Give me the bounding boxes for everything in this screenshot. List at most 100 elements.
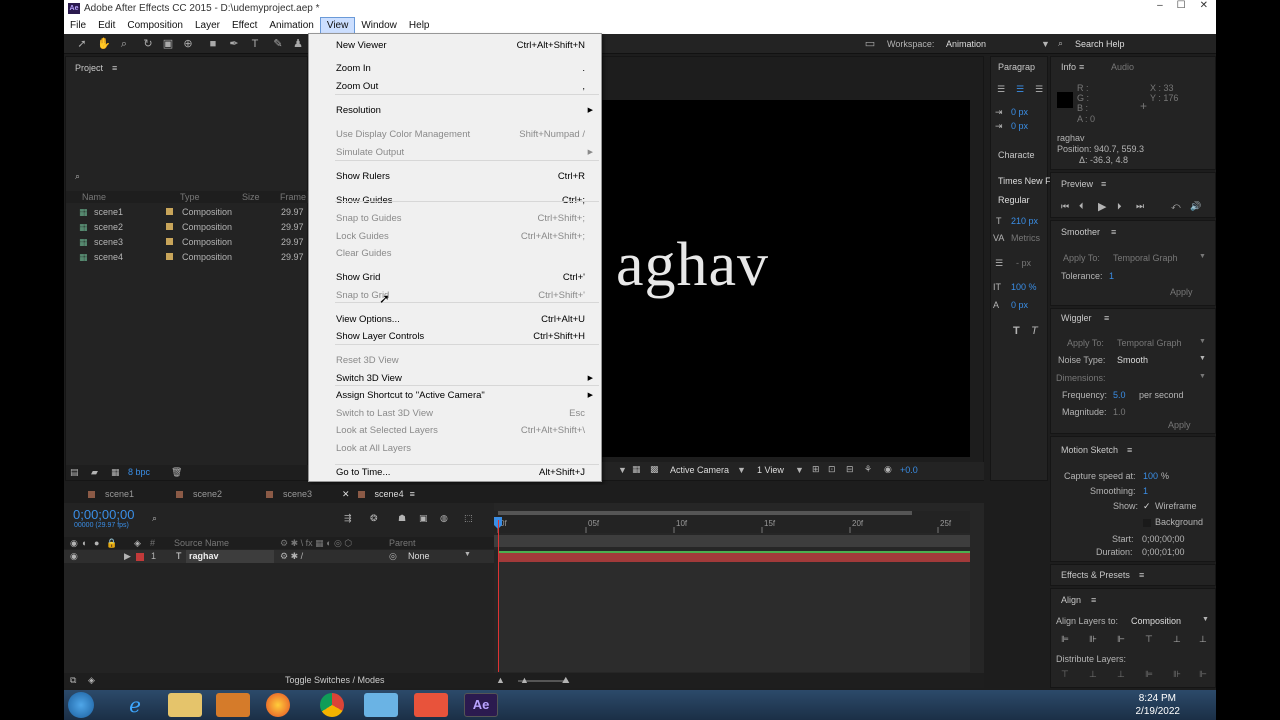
info-tab[interactable]: Info xyxy=(1061,62,1076,72)
magnitude-value[interactable]: 1.0 xyxy=(1113,407,1126,417)
workspace-chevron-down-icon[interactable]: ▼ xyxy=(1041,39,1050,49)
tab-scene4[interactable]: ✕ scene4 ≡ xyxy=(342,489,415,500)
pen-tool-icon[interactable]: ✒ xyxy=(228,38,240,50)
workspace-dropdown[interactable]: Animation xyxy=(946,39,986,49)
firefox-icon[interactable] xyxy=(266,693,290,717)
tracking-value[interactable]: Metrics xyxy=(1011,233,1040,243)
menu-item[interactable]: Go to Time... Alt+Shift+J xyxy=(309,464,601,481)
align-right-icon[interactable]: ☰ xyxy=(1035,84,1043,95)
wiggler-apply-button[interactable]: Apply xyxy=(1168,420,1191,430)
vertical-scale-value[interactable]: 100 % xyxy=(1011,282,1037,292)
minimize-button[interactable]: – xyxy=(1157,0,1163,11)
tolerance-value[interactable]: 1 xyxy=(1109,271,1114,281)
media-player-icon[interactable] xyxy=(216,693,250,717)
align-menu-icon[interactable]: ≡ xyxy=(1091,595,1096,605)
camtasia-icon[interactable] xyxy=(414,693,448,717)
fast-previews-icon[interactable]: ⊡ xyxy=(828,464,836,475)
chevron-down-icon[interactable]: ▼ xyxy=(618,465,627,475)
wiggler-apply-dropdown[interactable]: Temporal Graph xyxy=(1117,338,1182,348)
smoother-chevron-down-icon[interactable]: ▼ xyxy=(1199,253,1206,260)
exposure-icon[interactable]: ◉ xyxy=(884,464,892,475)
effects-presets-tab[interactable]: Effects & Presets xyxy=(1061,570,1130,580)
faux-italic-icon[interactable]: T xyxy=(1031,325,1038,337)
align-right-edges-icon[interactable]: ⊩ xyxy=(1117,634,1125,645)
maximize-button[interactable]: ☐ xyxy=(1177,0,1186,11)
menu-item[interactable]: Show Rulers Ctrl+R xyxy=(309,168,601,185)
leading-value[interactable]: - px xyxy=(1016,258,1031,268)
project-item[interactable]: ▦ scene1 Composition 29.97 xyxy=(66,205,309,220)
capture-speed-value[interactable]: 100 xyxy=(1143,471,1158,481)
tab-scene2[interactable]: scene2 xyxy=(176,489,222,499)
layer-duration-bar[interactable] xyxy=(498,551,970,562)
audio-tab[interactable]: Audio xyxy=(1111,62,1134,72)
dimensions-chevron-down-icon[interactable]: ▼ xyxy=(1199,373,1206,380)
pixel-aspect-icon[interactable]: ⊞ xyxy=(812,464,820,475)
column-name[interactable]: Name xyxy=(82,192,106,202)
menu-item[interactable]: View Options... Ctrl+Alt+U xyxy=(309,311,601,328)
first-frame-icon[interactable]: ⏮ xyxy=(1061,201,1069,212)
distribute-top-icon[interactable]: ⊤ xyxy=(1061,669,1069,680)
effects-presets-menu-icon[interactable]: ≡ xyxy=(1139,570,1144,580)
label-color-swatch[interactable] xyxy=(166,253,173,260)
menu-item[interactable]: Zoom In. xyxy=(309,60,601,77)
smoother-apply-dropdown[interactable]: Temporal Graph xyxy=(1113,253,1178,263)
tab-scene3[interactable]: scene3 xyxy=(266,489,312,499)
background-checkbox[interactable] xyxy=(1143,519,1151,527)
file-explorer-icon[interactable] xyxy=(168,693,202,717)
smoother-apply-button[interactable]: Apply xyxy=(1170,287,1193,297)
motion-sketch-menu-icon[interactable]: ≡ xyxy=(1127,445,1132,455)
noise-type-dropdown[interactable]: Smooth xyxy=(1117,355,1148,365)
exposure-value[interactable]: +0.0 xyxy=(900,465,918,475)
distribute-vcenter-icon[interactable]: ⊥ xyxy=(1089,669,1097,680)
type-tool-icon[interactable]: T xyxy=(249,38,261,50)
parent-chevron-down-icon[interactable]: ▼ xyxy=(464,551,471,558)
zoom-out-icon[interactable]: ▲ xyxy=(496,675,505,685)
timecode-display[interactable]: 0;00;00;00 xyxy=(73,507,134,522)
close-button[interactable]: ✕ xyxy=(1200,0,1208,11)
menu-window[interactable]: Window xyxy=(355,17,403,34)
flowchart-icon[interactable]: ⚘ xyxy=(864,464,872,475)
preview-tab[interactable]: Preview xyxy=(1061,179,1093,189)
next-frame-icon[interactable]: ⏵ xyxy=(1117,201,1122,212)
zoom-in-icon[interactable]: ⛰ xyxy=(562,675,570,686)
chrome-icon[interactable] xyxy=(320,693,344,717)
distribute-bottom-icon[interactable]: ⊥ xyxy=(1117,669,1125,680)
menu-effect[interactable]: Effect xyxy=(226,17,263,34)
column-size[interactable]: Size xyxy=(242,192,260,202)
project-item[interactable]: ▦ scene2 Composition 29.97 xyxy=(66,220,309,235)
menu-item[interactable]: New Viewer Ctrl+Alt+Shift+N xyxy=(309,37,601,54)
rotate-tool-icon[interactable]: ↻ xyxy=(142,38,154,50)
graph-editor-icon[interactable]: ⬚ xyxy=(464,513,473,524)
play-icon[interactable]: ▶ xyxy=(1098,200,1106,213)
faux-bold-icon[interactable]: T xyxy=(1013,325,1020,337)
indent-first-value[interactable]: 0 px xyxy=(1011,121,1028,131)
audio-icon[interactable]: 🔊 xyxy=(1190,201,1201,212)
character-tab[interactable]: Characte xyxy=(998,150,1035,160)
taskbar-date[interactable]: 2/19/2022 xyxy=(1136,706,1181,717)
font-size-value[interactable]: 210 px xyxy=(1011,216,1038,226)
selection-tool-icon[interactable]: ➚ xyxy=(76,38,88,50)
menu-layer[interactable]: Layer xyxy=(189,17,226,34)
column-type[interactable]: Type xyxy=(180,192,200,202)
camera-tool-icon[interactable]: ▣ xyxy=(162,38,174,50)
project-tab[interactable]: Project xyxy=(75,63,103,73)
zoom-slider[interactable]: ▲ ▲ ⛰ xyxy=(494,673,984,688)
menu-animation[interactable]: Animation xyxy=(263,17,319,34)
distribute-left-icon[interactable]: ⊫ xyxy=(1145,669,1153,680)
menu-item[interactable]: Show Grid Ctrl+' xyxy=(309,269,601,286)
view-layout-dropdown[interactable]: 1 View xyxy=(757,465,784,475)
puppet-tool-icon[interactable]: ♟ xyxy=(292,38,304,50)
notepad-icon[interactable] xyxy=(364,693,398,717)
align-chevron-down-icon[interactable]: ▼ xyxy=(1202,616,1209,623)
menu-item[interactable]: Show Layer Controls Ctrl+Shift+H xyxy=(309,328,601,345)
parent-pickwhip-icon[interactable]: ◎ xyxy=(389,551,397,562)
camera-chevron-down-icon[interactable]: ▼ xyxy=(737,465,746,475)
composition-viewer[interactable]: aghav xyxy=(602,100,970,457)
align-bottom-edges-icon[interactable]: ⊥ xyxy=(1199,634,1207,645)
comp-text-layer[interactable]: aghav xyxy=(616,230,769,301)
camera-dropdown[interactable]: Active Camera xyxy=(670,465,729,475)
indent-left-value[interactable]: 0 px xyxy=(1011,107,1028,117)
menu-item[interactable]: Assign Shortcut to "Active Camera" ▶ xyxy=(309,387,601,404)
motion-blur-icon[interactable]: ◍ xyxy=(440,513,448,524)
new-composition-icon[interactable]: ▦ xyxy=(111,467,120,478)
